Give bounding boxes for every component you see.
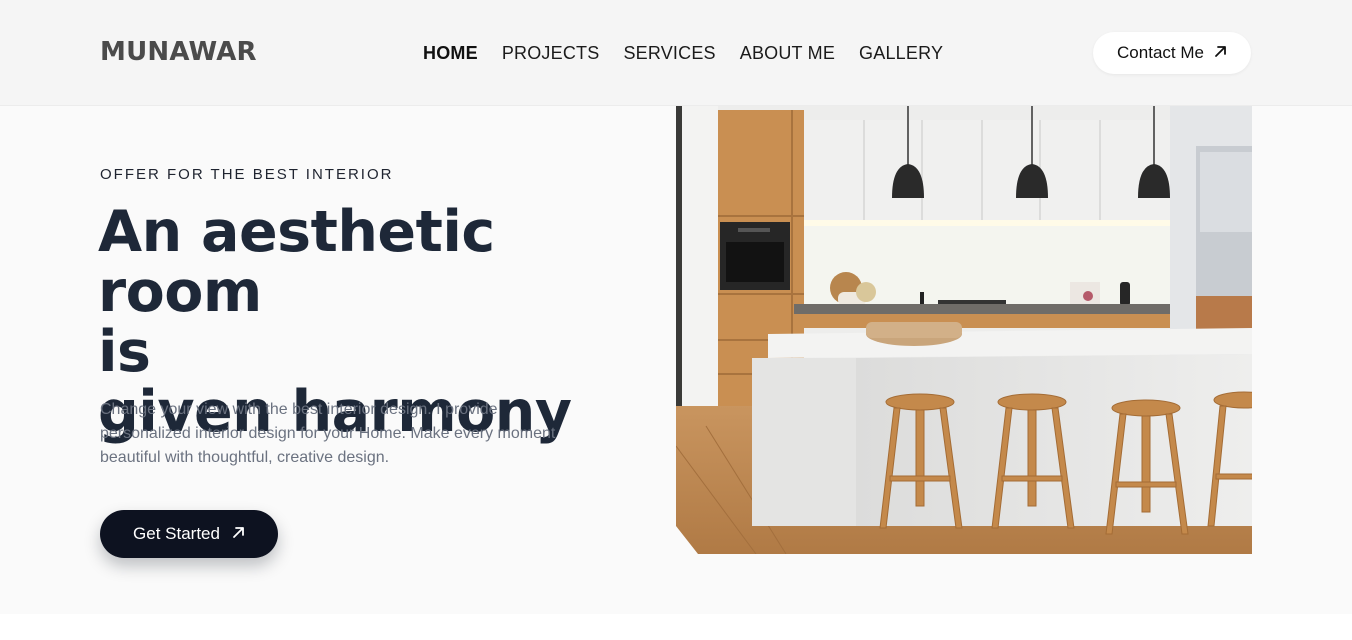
get-started-button[interactable]: Get Started [100,510,278,558]
get-started-label: Get Started [133,524,220,543]
nav-item-about-me[interactable]: ABOUT ME [740,40,835,66]
nav-item-home[interactable]: HOME [423,40,478,66]
contact-me-label: Contact Me [1117,43,1204,62]
nav-item-services[interactable]: SERVICES [623,40,715,66]
contact-me-button[interactable]: Contact Me [1093,32,1251,74]
site-header: MUNAWAR HOME PROJECTS SERVICES ABOUT ME … [0,0,1352,106]
kitchen-interior-image [676,106,1252,554]
nav-item-gallery[interactable]: GALLERY [859,40,943,66]
arrow-up-right-icon [232,524,245,544]
page-bottom-strip [0,614,1352,640]
nav-item-projects[interactable]: PROJECTS [502,40,600,66]
arrow-up-right-icon [1214,43,1227,63]
brand-logo[interactable]: MUNAWAR [100,36,257,68]
hero-section: OFFER FOR THE BEST INTERIOR An aesthetic… [0,106,1352,614]
headline-line-2: is [98,319,151,385]
headline-line-1: An aesthetic room [98,199,495,325]
hero-eyebrow: OFFER FOR THE BEST INTERIOR [100,166,394,183]
hero-description: Change your view with the best interior … [100,401,556,466]
main-nav: HOME PROJECTS SERVICES ABOUT ME GALLERY [423,40,943,66]
